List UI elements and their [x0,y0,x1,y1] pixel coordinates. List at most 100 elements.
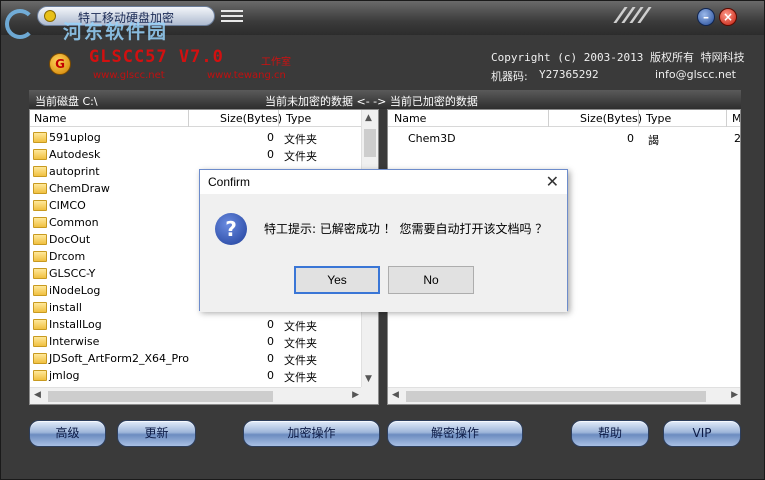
contact-email[interactable]: info@glscc.net [655,68,736,81]
dialog-message: 特工提示: 已解密成功 ！ 您需要自动打开该文档吗 ？ [264,222,548,236]
file-type: 文件夹 [284,337,317,350]
app-icon [44,10,56,22]
folder-icon [33,336,47,347]
horizontal-scrollbar[interactable]: ◀ ▶ [30,387,363,404]
file-type: 文件夹 [284,133,317,146]
scroll-thumb-horizontal[interactable] [406,391,706,402]
question-icon: ? [215,213,247,245]
list-item[interactable]: Chem3D 0 謁 2 [388,130,740,147]
list-header: Name Size(Bytes) Type [30,110,378,127]
website-url-2[interactable]: www.tewang.cn [207,70,286,81]
list-item[interactable]: InstallLog 0 文件夹 [30,316,360,333]
brand-title: GLSCC57 V7.0 [89,47,224,67]
folder-icon [33,302,47,313]
folder-icon [33,251,47,262]
folder-icon [33,234,47,245]
file-name: install [49,301,82,314]
scroll-left-icon[interactable]: ◀ [34,390,41,400]
window-title-pill[interactable]: 特工移动硬盘加密 [37,6,215,26]
encrypt-button[interactable]: 加密操作 [243,420,380,447]
folder-icon [33,132,47,143]
file-name: DocOut [49,233,91,246]
column-header-size[interactable]: Size(Bytes) [580,112,642,125]
direction-label: 当前未加密的数据 <- -> 当前已加密的数据 [265,95,478,108]
file-size: 0 [267,131,274,144]
yes-button[interactable]: Yes [294,266,380,294]
file-name: 591uplog [49,131,101,144]
file-name: Interwise [49,335,100,348]
decrypt-button[interactable]: 解密操作 [387,420,523,447]
folder-icon [33,217,47,228]
list-item[interactable]: JDSoft_ArtForm2_X64_Pro 0 文件夹 [30,350,360,367]
no-button[interactable]: No [388,266,474,294]
folder-icon [33,268,47,279]
file-size: 0 [267,352,274,365]
file-name: iNodeLog [49,284,101,297]
dialog-close-icon[interactable]: ✕ [546,172,559,191]
scroll-down-icon[interactable]: ▼ [365,374,372,384]
file-name: Chem3D [408,132,456,145]
dialog-body: ? 特工提示: 已解密成功 ！ 您需要自动打开该文档吗 ？ Yes No [200,194,567,312]
scroll-corner [361,387,378,404]
vip-button[interactable]: VIP [663,420,741,447]
folder-icon [33,353,47,364]
file-name: ChemDraw [49,182,110,195]
decorative-stripes [613,7,653,23]
file-type: 文件夹 [284,320,317,333]
list-item[interactable]: Interwise 0 文件夹 [30,333,360,350]
refresh-button[interactable]: 更新 [117,420,196,447]
scroll-up-icon[interactable]: ▲ [365,113,372,123]
dialog-title: Confirm [208,175,251,189]
website-url-1[interactable]: www.glscc.net [93,70,165,81]
menu-icon[interactable] [221,10,243,24]
advanced-button[interactable]: 高级 [29,420,106,447]
folder-icon [33,200,47,211]
column-header-name[interactable]: Name [394,112,426,125]
path-bar: 当前磁盘 C:\ 当前未加密的数据 <- -> 当前已加密的数据 [29,90,741,109]
folder-icon [33,183,47,194]
column-header-extra[interactable]: M [732,112,740,125]
file-size: 0 [267,318,274,331]
list-item[interactable]: Autodesk 0 文件夹 [30,146,360,163]
close-button[interactable]: × [719,8,737,26]
header-banner: G GLSCC57 V7.0 工作室 www.glscc.net www.tew… [1,35,764,91]
current-disk-label: 当前磁盘 C:\ [35,95,98,108]
column-header-size[interactable]: Size(Bytes) [220,112,282,125]
logo-icon: G [49,53,71,75]
help-button[interactable]: 帮助 [571,420,649,447]
column-header-type[interactable]: Type [286,112,311,125]
file-name: jmlog [49,369,80,382]
list-item[interactable]: 591uplog 0 文件夹 [30,129,360,146]
file-name: GLSCC-Y [49,267,96,280]
folder-icon [33,149,47,160]
file-type: 文件夹 [284,150,317,163]
folder-icon [33,370,47,381]
file-size: 0 [267,335,274,348]
machine-code-label: 机器码: [491,70,528,83]
list-item[interactable]: jmlog 0 文件夹 [30,367,360,384]
scroll-right-icon[interactable]: ▶ [352,390,359,400]
column-header-type[interactable]: Type [646,112,671,125]
scroll-thumb-horizontal[interactable] [48,391,273,402]
scroll-right-icon[interactable]: ▶ [731,390,738,400]
file-name: Drcom [49,250,86,263]
column-header-name[interactable]: Name [34,112,66,125]
scroll-thumb[interactable] [364,129,376,157]
folder-icon [33,285,47,296]
list-header-right: Name Size(Bytes) Type M [388,110,740,127]
file-type: 文件夹 [284,371,317,384]
folder-icon [33,319,47,330]
dialog-title-bar: Confirm ✕ [200,170,567,194]
file-name: CIMCO [49,199,86,212]
horizontal-scrollbar[interactable]: ◀ ▶ [388,387,740,404]
scroll-left-icon[interactable]: ◀ [392,390,399,400]
file-size: 0 [267,148,274,161]
minimize-button[interactable]: – [697,8,715,26]
file-name: Common [49,216,99,229]
file-name: JDSoft_ArtForm2_X64_Pro [49,352,189,365]
file-size: 0 [267,369,274,382]
confirm-dialog: Confirm ✕ ? 特工提示: 已解密成功 ！ 您需要自动打开该文档吗 ？ … [199,169,568,312]
file-size: 0 [627,132,634,145]
file-name: autoprint [49,165,100,178]
main-window: 特工移动硬盘加密 – × G GLSCC57 V7.0 工作室 www.glsc… [0,0,765,480]
